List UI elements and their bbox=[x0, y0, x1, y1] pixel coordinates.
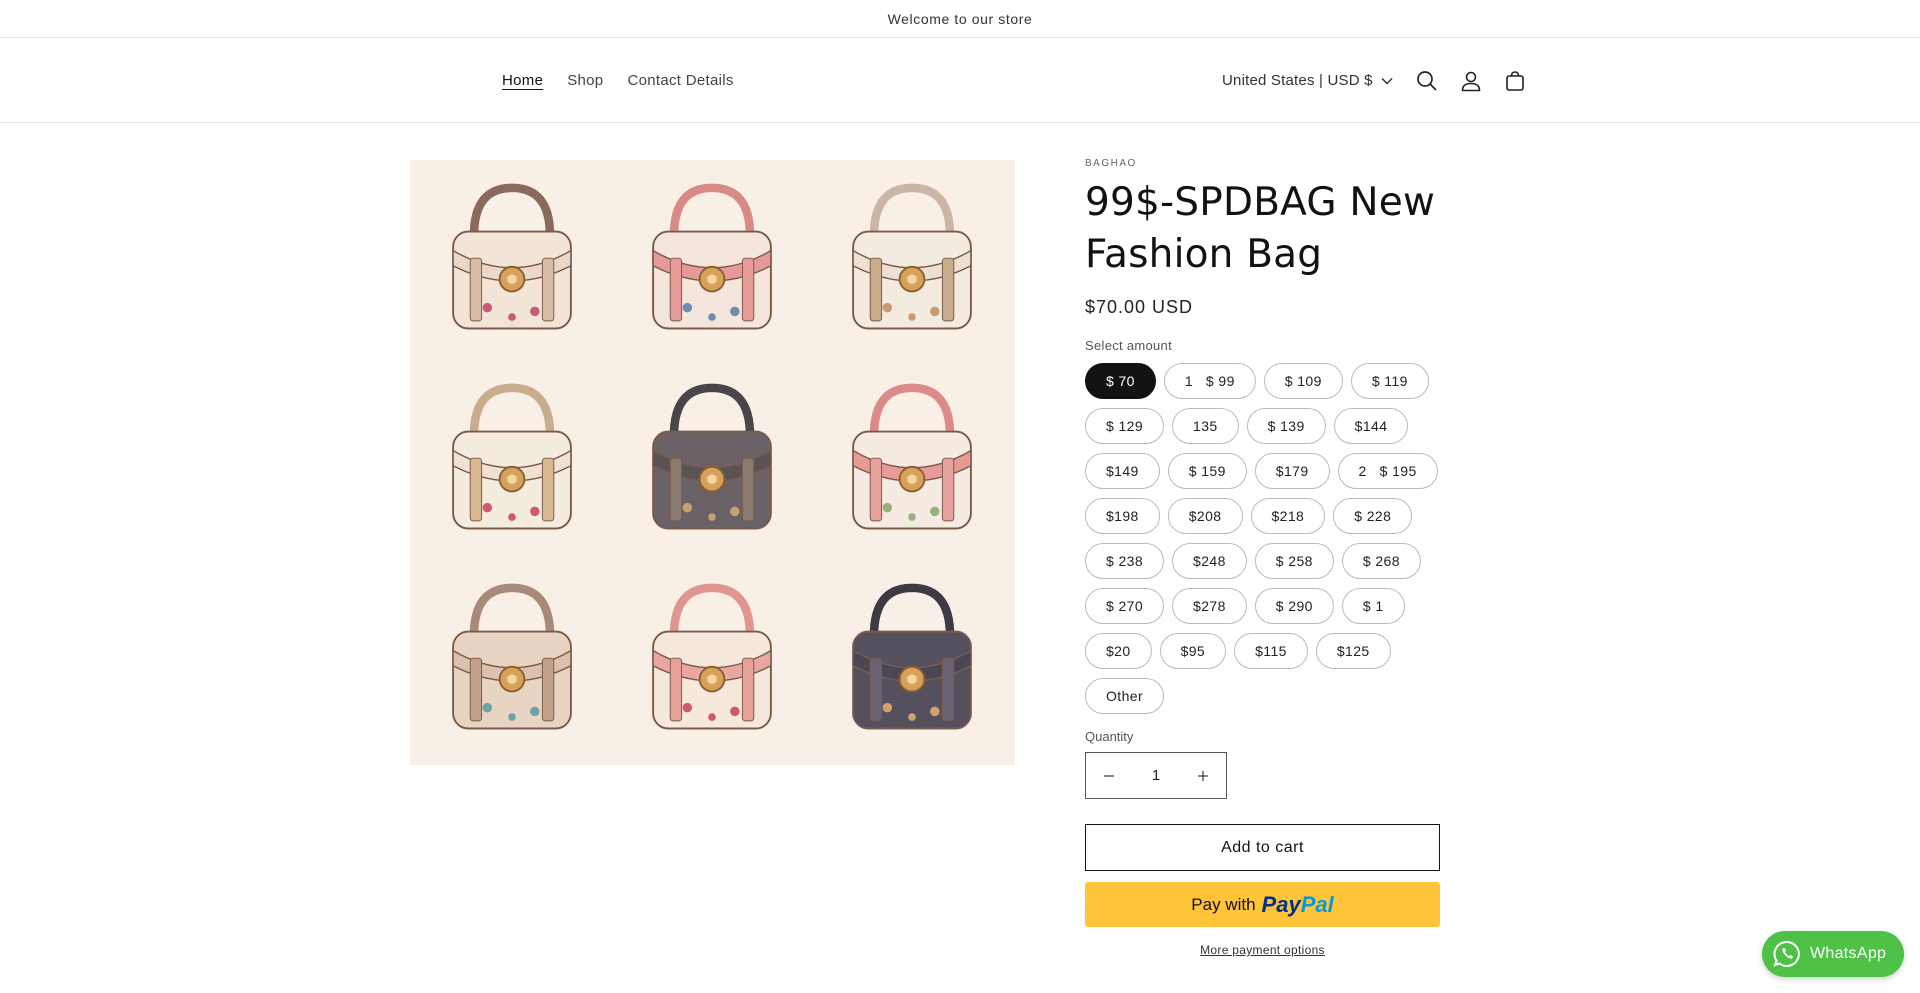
nav-shop[interactable]: Shop bbox=[567, 72, 603, 89]
amount-option[interactable]: $218 bbox=[1250, 498, 1326, 534]
header-actions: United States | USD $ bbox=[1222, 38, 1537, 123]
nav-home[interactable]: Home bbox=[502, 72, 543, 89]
amount-option[interactable]: $ 238 bbox=[1085, 543, 1165, 579]
amount-option[interactable]: 1 $ 99 bbox=[1163, 363, 1256, 399]
paypal-logo-part: Pay bbox=[1261, 891, 1301, 917]
country-selector[interactable]: United States | USD $ bbox=[1222, 72, 1393, 89]
quantity-label: Quantity bbox=[1085, 729, 1134, 744]
increase-quantity-button[interactable] bbox=[1180, 753, 1226, 798]
more-payment-options-link[interactable]: More payment options bbox=[1085, 943, 1440, 957]
search-button[interactable] bbox=[1405, 59, 1449, 103]
whatsapp-label: WhatsApp bbox=[1810, 945, 1887, 962]
amount-option[interactable]: $125 bbox=[1315, 633, 1391, 669]
search-icon bbox=[1416, 70, 1437, 91]
amount-option[interactable]: Other bbox=[1085, 678, 1165, 714]
bag-illustration bbox=[812, 562, 1012, 762]
amount-option[interactable]: 135 bbox=[1172, 408, 1239, 444]
paypal-button[interactable]: Pay with PayPal bbox=[1085, 882, 1440, 927]
amount-option[interactable]: $95 bbox=[1159, 633, 1227, 669]
main-nav: Home Shop Contact Details bbox=[502, 38, 734, 123]
account-button[interactable] bbox=[1449, 59, 1493, 103]
amount-option[interactable]: $20 bbox=[1085, 633, 1152, 669]
account-icon bbox=[1461, 71, 1480, 91]
paypal-logo-part: Pal bbox=[1300, 891, 1334, 917]
amount-option[interactable]: $179 bbox=[1254, 453, 1330, 489]
announcement-text: Welcome to our store bbox=[887, 10, 1033, 27]
amount-option[interactable]: 2 $ 195 bbox=[1337, 453, 1438, 489]
amount-option[interactable]: $248 bbox=[1172, 543, 1247, 579]
decrease-quantity-button[interactable] bbox=[1086, 753, 1132, 798]
add-to-cart-button[interactable]: Add to cart bbox=[1085, 824, 1440, 871]
cart-icon bbox=[1505, 70, 1524, 91]
amount-option[interactable]: $ 139 bbox=[1246, 408, 1326, 444]
amount-option[interactable]: $ 258 bbox=[1254, 543, 1334, 579]
bag-illustration bbox=[612, 162, 812, 362]
amount-option[interactable]: $149 bbox=[1085, 453, 1160, 489]
nav-contact[interactable]: Contact Details bbox=[627, 72, 733, 89]
announcement-bar: Welcome to our store bbox=[0, 0, 1920, 38]
country-label: United States | USD $ bbox=[1222, 72, 1373, 89]
bag-illustration bbox=[812, 162, 1012, 362]
amount-option[interactable]: $ 109 bbox=[1263, 363, 1343, 399]
amount-option[interactable]: $144 bbox=[1333, 408, 1409, 444]
product-price: $70.00 USD bbox=[1085, 297, 1194, 317]
bag-illustration bbox=[412, 162, 612, 362]
chevron-down-icon bbox=[1381, 77, 1393, 85]
minus-icon bbox=[1104, 774, 1114, 777]
plus-icon bbox=[1198, 770, 1208, 781]
whatsapp-icon bbox=[1773, 940, 1800, 967]
product-vendor: BAGHAO bbox=[1085, 158, 1137, 169]
amount-option[interactable]: $208 bbox=[1167, 498, 1243, 534]
quantity-stepper: 1 bbox=[1085, 752, 1227, 799]
product-image[interactable] bbox=[410, 160, 1015, 765]
site-header: Home Shop Contact Details United States … bbox=[0, 38, 1920, 123]
product-info: BAGHAO 99$-SPDBAG New Fashion Bag $70.00… bbox=[1085, 158, 1445, 957]
amount-label: Select amount bbox=[1085, 338, 1173, 353]
bag-illustration bbox=[612, 562, 812, 762]
bag-illustration bbox=[412, 562, 612, 762]
paypal-prefix: Pay with bbox=[1191, 894, 1256, 914]
bag-illustration bbox=[412, 362, 612, 562]
amount-option[interactable]: $198 bbox=[1085, 498, 1160, 534]
amount-option[interactable]: $ 159 bbox=[1167, 453, 1247, 489]
amount-option[interactable]: $ 119 bbox=[1350, 363, 1429, 399]
amount-options: $ 70 1 $ 99 $ 109 $ 119 $ 129 135 $ 139 $144 $14… bbox=[1085, 363, 1445, 714]
quantity-input[interactable]: 1 bbox=[1152, 767, 1160, 784]
amount-option[interactable]: $ 228 bbox=[1333, 498, 1413, 534]
bag-illustration bbox=[612, 362, 812, 562]
product-title: 99$-SPDBAG New Fashion Bag bbox=[1085, 180, 1436, 277]
whatsapp-button[interactable]: WhatsApp bbox=[1762, 931, 1904, 977]
amount-option[interactable]: $ 129 bbox=[1085, 408, 1165, 444]
amount-option[interactable]: $ 1 bbox=[1341, 588, 1405, 624]
amount-option[interactable]: $278 bbox=[1172, 588, 1247, 624]
cart-button[interactable] bbox=[1493, 59, 1537, 103]
bag-illustration bbox=[812, 362, 1012, 562]
amount-option[interactable]: $115 bbox=[1234, 633, 1308, 669]
amount-option[interactable]: $ 290 bbox=[1254, 588, 1334, 624]
paypal-logo: PayPal bbox=[1262, 892, 1334, 918]
amount-option[interactable]: $ 268 bbox=[1341, 543, 1421, 579]
amount-option[interactable]: $ 270 bbox=[1085, 588, 1165, 624]
amount-option[interactable]: $ 70 bbox=[1085, 363, 1156, 399]
